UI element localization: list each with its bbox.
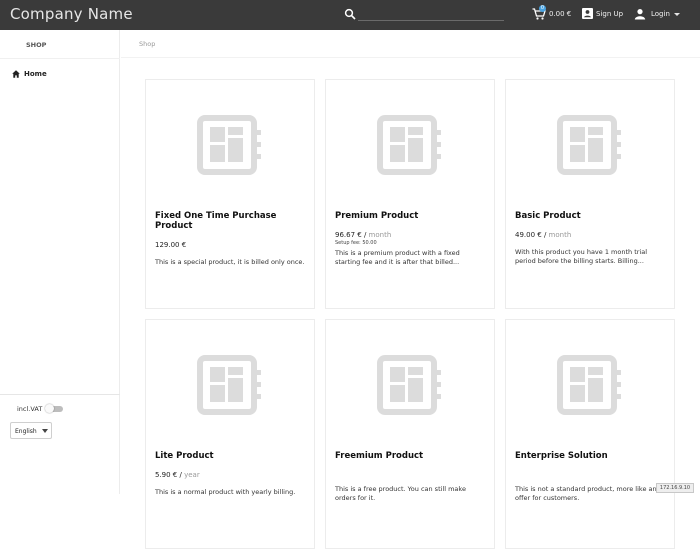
product-title[interactable]: Freemium Product xyxy=(335,451,487,462)
login-menu[interactable]: Login xyxy=(651,10,670,18)
ip-badge: 172.16.9.10 xyxy=(656,483,694,493)
product-image[interactable] xyxy=(326,320,494,450)
account-box-icon[interactable] xyxy=(582,8,593,19)
product-card[interactable]: Enterprise Solution This is not a standar… xyxy=(505,319,675,549)
product-description: This is a special product, it is billed … xyxy=(155,258,305,266)
language-select[interactable]: English xyxy=(10,422,52,439)
product-placeholder-icon xyxy=(377,355,441,415)
product-description: This is a normal product with yearly bil… xyxy=(155,488,296,496)
billing-period: year xyxy=(184,471,200,479)
vat-toggle[interactable] xyxy=(45,404,63,413)
product-image[interactable] xyxy=(506,320,674,450)
search-input[interactable] xyxy=(358,20,504,21)
product-placeholder-icon xyxy=(557,115,621,175)
cart-total[interactable]: 0.00 € xyxy=(549,10,571,18)
product-image[interactable] xyxy=(146,320,314,450)
product-price: 96.67 € / month xyxy=(335,231,391,239)
product-description: This is a free product. You can still ma… xyxy=(335,485,466,502)
product-title[interactable]: Fixed One Time Purchase Product xyxy=(155,211,307,231)
setup-fee: Setup fee: 50.00 xyxy=(335,240,377,246)
product-placeholder-icon xyxy=(377,115,441,175)
product-placeholder-icon xyxy=(557,355,621,415)
language-value: English xyxy=(15,428,37,435)
product-card[interactable]: Basic Product 49.00 € / month With this pr… xyxy=(505,79,675,309)
product-title[interactable]: Lite Product xyxy=(155,451,307,462)
product-card[interactable]: Freemium Product This is a free product. … xyxy=(325,319,495,549)
product-price: 49.00 € / month xyxy=(515,231,571,239)
product-placeholder-icon xyxy=(197,115,261,175)
divider xyxy=(0,58,120,59)
sidebar-item-label: Home xyxy=(24,70,47,78)
sidebar-header: SHOP xyxy=(26,41,47,49)
person-icon[interactable] xyxy=(634,8,646,20)
product-placeholder-icon xyxy=(197,355,261,415)
toggle-knob xyxy=(45,404,54,413)
product-image[interactable] xyxy=(506,80,674,210)
signup-link[interactable]: Sign Up xyxy=(596,10,623,18)
breadcrumb[interactable]: Shop xyxy=(139,40,155,48)
product-card[interactable]: Fixed One Time Purchase Product 129.00 € … xyxy=(145,79,315,309)
vat-label: incl.VAT xyxy=(17,405,43,413)
chevron-down-icon xyxy=(42,429,48,433)
product-card[interactable]: Premium Product 96.67 € / month Setup fee:… xyxy=(325,79,495,309)
price-amount: 129.00 € xyxy=(155,241,187,249)
product-image[interactable] xyxy=(146,80,314,210)
search-icon[interactable] xyxy=(344,8,356,20)
product-card[interactable]: Lite Product 5.90 € / year This is a norma… xyxy=(145,319,315,549)
top-bar: Company Name 0 0.00 € Sign Up Login xyxy=(0,0,700,30)
billing-period: month xyxy=(368,231,392,239)
product-description: This is a premium product with a fixed s… xyxy=(335,249,460,266)
price-amount: 96.67 € / xyxy=(335,231,367,239)
product-title[interactable]: Basic Product xyxy=(515,211,667,222)
product-description: With this product you have 1 month trial… xyxy=(515,248,648,265)
price-amount: 5.90 € / xyxy=(155,471,182,479)
product-title[interactable]: Enterprise Solution xyxy=(515,451,667,462)
divider xyxy=(121,57,700,58)
price-amount: 49.00 € / xyxy=(515,231,547,239)
product-price: 129.00 € xyxy=(155,241,186,249)
chevron-down-icon[interactable] xyxy=(674,13,680,16)
home-icon xyxy=(12,70,20,78)
product-price: 5.90 € / year xyxy=(155,471,200,479)
divider xyxy=(0,394,120,395)
sidebar-item-home[interactable]: Home xyxy=(12,69,47,79)
product-description: This is not a standard product, more lik… xyxy=(515,485,657,502)
product-title[interactable]: Premium Product xyxy=(335,211,487,222)
brand-logo[interactable]: Company Name xyxy=(10,5,133,23)
sidebar: SHOP Home incl.VAT English xyxy=(0,30,120,494)
product-image[interactable] xyxy=(326,80,494,210)
cart-count-badge: 0 xyxy=(539,5,546,12)
billing-period: month xyxy=(548,231,572,239)
